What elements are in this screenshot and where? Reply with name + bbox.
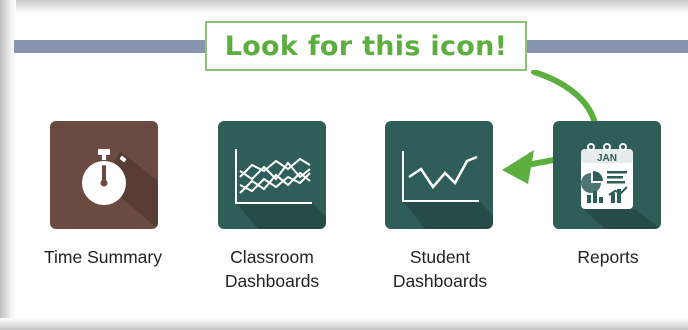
top-shadow xyxy=(0,0,688,14)
reports-label[interactable]: Reports xyxy=(556,245,660,269)
bottom-shadow xyxy=(0,318,688,330)
line-chart-icon xyxy=(402,151,493,229)
calendar-report-icon: JAN xyxy=(581,143,661,229)
time-summary-label[interactable]: Time Summary xyxy=(22,245,184,269)
stopwatch-icon xyxy=(82,149,158,229)
classroom-dashboards-label[interactable]: Classroom Dashboards xyxy=(196,245,348,293)
callout-text: Look for this icon! xyxy=(224,30,508,62)
multi-line-chart-icon xyxy=(235,149,326,229)
screenshot-frame: Look for this icon! Time Summary Classro… xyxy=(0,0,688,330)
time-summary-tile[interactable] xyxy=(50,121,158,229)
student-dashboards-label[interactable]: Student Dashboards xyxy=(364,245,516,293)
reports-tile[interactable]: JAN xyxy=(553,121,661,229)
callout-box: Look for this icon! xyxy=(205,21,527,71)
classroom-dashboards-tile[interactable] xyxy=(218,121,326,229)
calendar-month-text: JAN xyxy=(597,153,617,164)
student-dashboards-tile[interactable] xyxy=(385,121,493,229)
